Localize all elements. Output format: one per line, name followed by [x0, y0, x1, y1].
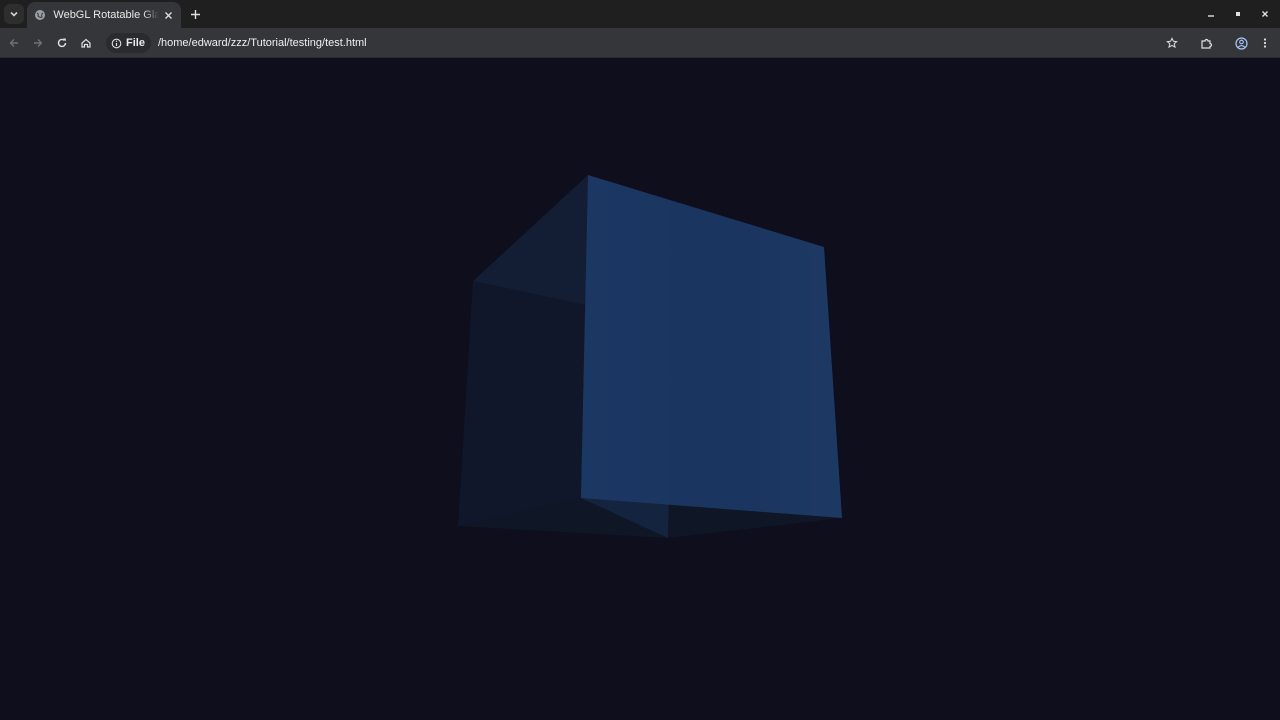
scheme-label: File	[126, 37, 145, 49]
reload-icon	[57, 38, 67, 48]
back-arrow-icon	[9, 39, 18, 47]
minimize-icon	[1208, 15, 1214, 17]
home-icon	[81, 38, 91, 48]
webgl-canvas[interactable]	[0, 58, 1280, 720]
info-icon	[111, 38, 122, 48]
bookmark-button[interactable]	[1162, 33, 1182, 53]
menu-button[interactable]	[1255, 33, 1275, 53]
back-button[interactable]	[4, 33, 24, 53]
browser-toolbar: File /home/edward/zzz/Tutorial/testing/t…	[0, 28, 1280, 58]
url-text[interactable]: /home/edward/zzz/Tutorial/testing/test.h…	[158, 37, 367, 49]
window-close-button[interactable]	[1256, 5, 1274, 23]
forward-button[interactable]	[28, 33, 48, 53]
maximize-button[interactable]	[1229, 5, 1247, 23]
new-tab-button[interactable]	[186, 5, 204, 23]
minimize-button[interactable]	[1202, 5, 1220, 23]
forward-arrow-icon	[34, 39, 43, 47]
cube-left-face	[458, 281, 585, 526]
close-icon	[1262, 11, 1268, 17]
tab-close-button[interactable]	[162, 8, 175, 22]
star-icon	[1166, 37, 1178, 49]
profile-icon	[1234, 36, 1248, 50]
tab-strip: WebGL Rotatable Glass	[0, 0, 1280, 28]
menu-dots-icon	[1263, 38, 1267, 48]
tab-search-button[interactable]	[4, 4, 24, 24]
extensions-icon	[1200, 38, 1212, 49]
profile-button[interactable]	[1231, 33, 1251, 53]
globe-icon	[33, 8, 46, 22]
close-icon	[164, 11, 172, 19]
maximize-icon	[1236, 12, 1240, 16]
tab-title: WebGL Rotatable Glass	[53, 9, 159, 21]
tab-active[interactable]: WebGL Rotatable Glass	[27, 2, 181, 28]
plus-icon	[190, 9, 200, 19]
site-info-chip[interactable]: File	[106, 33, 151, 53]
cube-front-face	[581, 175, 842, 518]
cube-scene[interactable]	[0, 58, 1280, 720]
home-button[interactable]	[76, 33, 96, 53]
extensions-button[interactable]	[1196, 33, 1216, 53]
address-bar[interactable]: File /home/edward/zzz/Tutorial/testing/t…	[104, 31, 1190, 55]
reload-button[interactable]	[52, 33, 72, 53]
chevron-down-icon	[10, 11, 18, 17]
